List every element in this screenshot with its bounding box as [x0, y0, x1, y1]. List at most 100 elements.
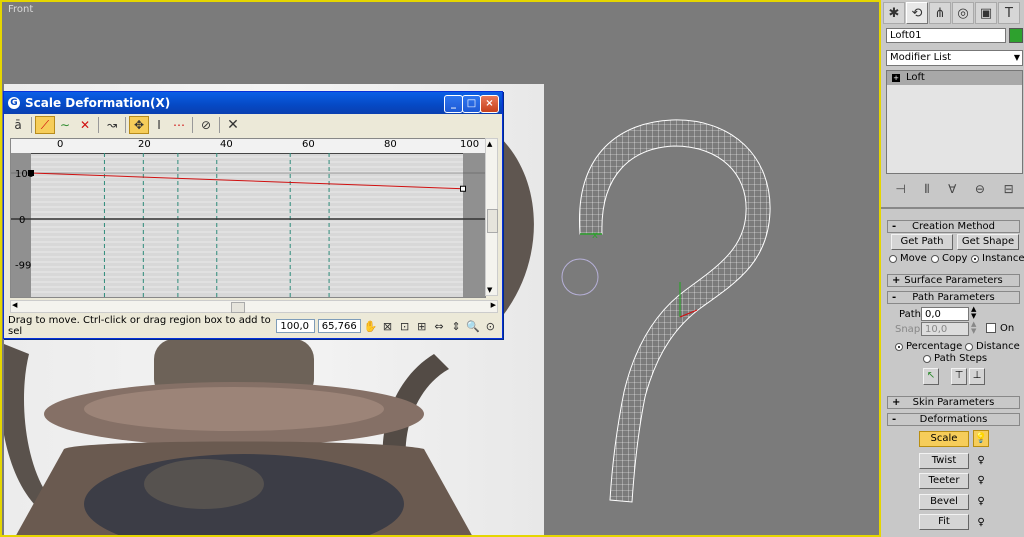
maximize-button[interactable]: □ — [462, 95, 481, 113]
path-parameters-rollout[interactable]: - Path Parameters — [887, 291, 1020, 304]
make-symmetrical-icon[interactable]: ā — [8, 116, 28, 134]
radio-dot — [971, 254, 979, 263]
graph-horizontal-scrollbar[interactable]: ◀ ▶ — [10, 300, 498, 313]
radio-dot — [889, 254, 897, 263]
y-value-field[interactable]: 65,766 — [317, 319, 361, 333]
zoom-horizontally-icon[interactable]: ⇔ — [431, 318, 446, 334]
instance-radio[interactable]: Instance — [971, 253, 1024, 264]
pan-hand-icon[interactable]: ✋ — [363, 318, 378, 334]
create-tab-icon[interactable]: ✱ — [883, 2, 905, 24]
x-value-field[interactable]: 100,0 — [276, 319, 315, 333]
rollout-collapse-icon: - — [892, 414, 897, 425]
scale-deformation-button[interactable]: Scale — [919, 431, 969, 447]
bevel-enable-bulb-icon[interactable]: ♀ — [975, 494, 987, 508]
swap-curves-icon[interactable]: ↝ — [102, 116, 122, 134]
fit-deformation-button[interactable]: Fit — [919, 514, 969, 530]
make-unique-icon[interactable]: ∀ — [948, 182, 956, 196]
scroll-left-icon[interactable]: ◀ — [12, 301, 17, 309]
loft-question-mark-mesh[interactable]: x — [562, 112, 782, 512]
display-xy-axes-icon[interactable]: ✕ — [75, 116, 95, 134]
deformation-curve[interactable] — [30, 172, 464, 190]
control-point[interactable] — [460, 185, 466, 192]
fit-enable-bulb-icon[interactable]: ♀ — [975, 515, 987, 529]
horizontal-scroll-thumb[interactable] — [231, 302, 245, 313]
motion-tab-icon[interactable]: ◎ — [952, 2, 974, 24]
toolbar-separator — [219, 117, 220, 133]
configure-modifier-sets-icon[interactable]: ⊟ — [1004, 182, 1014, 196]
bevel-deformation-button[interactable]: Bevel — [919, 494, 969, 510]
deformations-rollout[interactable]: - Deformations — [887, 413, 1020, 426]
zoom-icon[interactable]: 🔍 — [466, 318, 481, 334]
reset-curve-icon[interactable]: ✕ — [223, 116, 243, 134]
expand-icon[interactable]: + — [892, 74, 900, 82]
zoom-region-icon[interactable]: ⊙ — [483, 318, 498, 334]
path-value-field[interactable]: 0,0 — [921, 307, 969, 321]
stack-item[interactable]: + Loft — [887, 71, 1022, 85]
distance-radio[interactable]: Distance — [965, 341, 1020, 352]
scale-control-point-icon[interactable]: Ι — [149, 116, 169, 134]
dialog-titlebar[interactable]: G Scale Deformation(X) _ □ × — [4, 92, 502, 114]
graph-ruler: 0 20 40 60 80 100 — [11, 139, 485, 154]
zoom-vertically-icon[interactable]: ⇕ — [449, 318, 464, 334]
toolbar-separator — [192, 117, 193, 133]
object-name-field[interactable]: Loft01 — [886, 28, 1006, 43]
move-radio[interactable]: Move — [889, 253, 927, 264]
rollout-collapse-icon: - — [892, 221, 897, 232]
utilities-tab-icon[interactable]: T — [998, 2, 1020, 24]
show-end-result-icon[interactable]: ⫴ — [924, 182, 929, 197]
next-shape-button[interactable]: ⊥ — [969, 368, 985, 385]
skin-parameters-rollout[interactable]: + Skin Parameters — [887, 396, 1020, 409]
copy-radio[interactable]: Copy — [931, 253, 967, 264]
scroll-up-icon[interactable]: ▲ — [487, 140, 492, 148]
modify-tab-icon[interactable]: ⟲ — [906, 2, 928, 24]
surface-parameters-rollout[interactable]: + Surface Parameters — [887, 274, 1020, 287]
dialog-statusbar: Drag to move. Ctrl-click or drag region … — [8, 315, 498, 337]
path-spinner-icon[interactable]: ▲ ▼ — [971, 306, 976, 320]
insert-corner-point-icon[interactable]: ⋯ — [169, 116, 189, 134]
twist-deformation-button[interactable]: Twist — [919, 453, 969, 469]
percentage-radio[interactable]: Percentage — [895, 341, 962, 352]
previous-shape-button[interactable]: ⊤ — [951, 368, 967, 385]
snap-value-field[interactable]: 10,0 — [921, 322, 969, 336]
scroll-down-icon[interactable]: ▼ — [487, 286, 492, 294]
zoom-extents-icon[interactable]: ⊠ — [380, 318, 395, 334]
panel-divider — [881, 207, 1024, 209]
teeter-enable-bulb-icon[interactable]: ♀ — [975, 473, 987, 487]
scale-enable-bulb-icon[interactable]: 💡 — [973, 430, 989, 447]
scroll-right-icon[interactable]: ▶ — [491, 301, 496, 309]
creation-method-rollout[interactable]: - Creation Method — [887, 220, 1020, 233]
display-tab-icon[interactable]: ▣ — [975, 2, 997, 24]
rollout-title: Path Parameters — [912, 292, 995, 303]
zoom-vertical-extents-icon[interactable]: ⊞ — [414, 318, 429, 334]
viewport-label[interactable]: Front — [8, 4, 33, 15]
move-control-point-icon[interactable]: ✥ — [129, 116, 149, 134]
snap-on-checkbox[interactable] — [986, 323, 996, 333]
path-steps-radio[interactable]: Path Steps — [923, 353, 987, 364]
control-point[interactable] — [28, 170, 34, 176]
toolbar-separator — [98, 117, 99, 133]
display-y-axis-icon[interactable]: ∼ — [55, 116, 75, 134]
snap-spinner-icon[interactable]: ▲ ▼ — [971, 321, 976, 335]
zoom-horizontal-extents-icon[interactable]: ⊡ — [397, 318, 412, 334]
graph-vertical-scrollbar[interactable]: ▲ ▼ — [485, 138, 498, 296]
get-shape-button[interactable]: Get Shape — [957, 234, 1019, 250]
object-color-swatch[interactable] — [1009, 28, 1023, 43]
display-x-axis-icon[interactable]: ⟋ — [35, 116, 55, 134]
deformation-graph[interactable]: 0 20 40 60 80 100 100 0 -99 — [10, 138, 486, 298]
teeter-deformation-button[interactable]: Teeter — [919, 473, 969, 489]
vertical-scroll-thumb[interactable] — [487, 209, 498, 233]
minimize-button[interactable]: _ — [444, 95, 463, 113]
radio-label: Copy — [942, 253, 968, 264]
pin-stack-icon[interactable]: ⊣ — [895, 182, 905, 196]
shape-marker-circle — [561, 258, 599, 296]
hierarchy-tab-icon[interactable]: ⋔ — [929, 2, 951, 24]
rollout-title: Surface Parameters — [904, 275, 1003, 286]
modifier-list-dropdown[interactable]: Modifier List ▼ — [886, 50, 1023, 66]
remove-modifier-icon[interactable]: ⊖ — [975, 182, 985, 196]
close-button[interactable]: × — [480, 95, 499, 113]
get-path-button[interactable]: Get Path — [891, 234, 953, 250]
twist-enable-bulb-icon[interactable]: ♀ — [975, 453, 987, 467]
delete-control-point-icon[interactable]: ⊘ — [196, 116, 216, 134]
graph-plot-area[interactable]: 100 0 -99 — [11, 153, 485, 297]
pick-shape-button[interactable]: ↖ — [923, 368, 939, 385]
